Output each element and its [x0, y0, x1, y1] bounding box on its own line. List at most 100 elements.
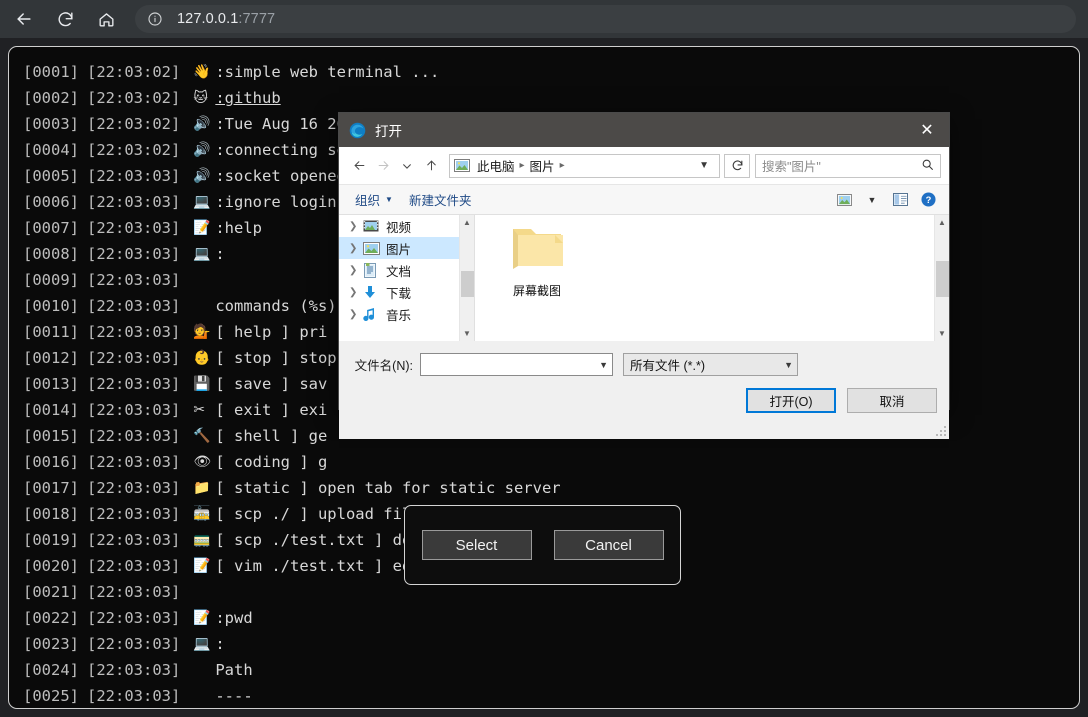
- chevron-right-icon[interactable]: ❯: [349, 287, 363, 298]
- scroll-down-icon[interactable]: ▼: [935, 326, 949, 341]
- chevron-down-icon[interactable]: ▼: [593, 360, 608, 370]
- back-button[interactable]: [7, 2, 41, 36]
- nav-recent-locations-button[interactable]: [395, 154, 419, 178]
- terminal-line-timestamp: [22:03:03]: [87, 245, 181, 263]
- scroll-up-icon[interactable]: ▲: [935, 215, 949, 230]
- terminal-line-timestamp: [22:03:03]: [87, 271, 181, 289]
- sidebar-item-1[interactable]: ❯ 图片: [339, 237, 474, 259]
- address-bar[interactable]: 127.0.0.1:7777: [135, 5, 1076, 33]
- terminal-line: [0025] [22:03:03] ----: [23, 683, 1079, 708]
- sidebar-item-label: 下载: [386, 286, 412, 301]
- dialog-cancel-button[interactable]: 取消: [847, 388, 937, 413]
- terminal-line-index: [0010]: [23, 297, 79, 315]
- terminal-line-index: [0014]: [23, 401, 79, 419]
- reload-button[interactable]: [48, 2, 82, 36]
- terminal-line-message: Path: [215, 661, 253, 679]
- organize-menu[interactable]: 组织 ▼: [347, 190, 401, 209]
- terminal-line-index: [0006]: [23, 193, 79, 211]
- eye-emoji-icon: 👁: [193, 454, 212, 470]
- terminal-line-index: [0007]: [23, 219, 79, 237]
- search-input[interactable]: 搜索"图片": [755, 153, 941, 178]
- terminal-line-index: [0009]: [23, 271, 79, 289]
- terminal-line-timestamp: [22:03:02]: [87, 141, 181, 159]
- terminal-line: [0017] [22:03:03] 📁[ static ] open tab for…: [23, 475, 1079, 501]
- terminal-line-timestamp: [22:03:03]: [87, 375, 181, 393]
- terminal-line-index: [0015]: [23, 427, 79, 445]
- terminal-line-index: [0018]: [23, 505, 79, 523]
- chevron-right-icon[interactable]: ❯: [349, 309, 363, 320]
- terminal-line-index: [0004]: [23, 141, 79, 159]
- search-icon[interactable]: [921, 158, 934, 174]
- browser-toolbar: 127.0.0.1:7777: [0, 0, 1088, 38]
- terminal-line-timestamp: [22:03:03]: [87, 167, 181, 185]
- windows-open-dialog[interactable]: 打开 ✕ 此电脑 ▸ 图片 ▸ ▼ 搜索"图片" 组织 ▼ 新建文件夹 ▼ ? …: [339, 113, 949, 439]
- terminal-line: [0002] [22:03:02] 🐱:github: [23, 85, 1079, 111]
- cancel-button[interactable]: Cancel: [553, 530, 664, 560]
- sidebar-item-3[interactable]: ❯ 下载: [339, 281, 474, 303]
- open-button[interactable]: 打开(O): [746, 388, 836, 413]
- wave-emoji-icon: 👋: [193, 64, 211, 80]
- breadcrumb[interactable]: 此电脑 ▸ 图片 ▸ ▼: [449, 153, 720, 178]
- laptop-emoji-icon: 💻: [193, 246, 211, 262]
- sidebar-item-4[interactable]: ❯ 音乐: [339, 303, 474, 325]
- terminal-line-message: :Tue Aug 16 202: [215, 115, 356, 133]
- file-list-scrollbar[interactable]: ▲ ▼: [934, 215, 949, 341]
- select-button[interactable]: Select: [421, 530, 532, 560]
- refresh-button[interactable]: [724, 153, 750, 178]
- breadcrumb-dropdown-icon[interactable]: ▼: [693, 160, 715, 171]
- url-text: 127.0.0.1:7777: [177, 11, 275, 27]
- view-mode-icon[interactable]: [831, 189, 857, 211]
- scroll-up-icon[interactable]: ▲: [460, 215, 474, 230]
- nav-forward-button[interactable]: [371, 154, 395, 178]
- sidebar-item-label: 视频: [386, 220, 412, 235]
- resize-grip[interactable]: [936, 426, 946, 436]
- sidebar-item-label: 音乐: [386, 308, 412, 323]
- breadcrumb-item-0[interactable]: 此电脑: [473, 156, 519, 175]
- close-icon[interactable]: ✕: [905, 113, 949, 147]
- dialog-button-row: 打开(O) 取消: [339, 376, 949, 413]
- terminal-link[interactable]: :github: [215, 85, 280, 111]
- url-port: :7777: [238, 11, 276, 27]
- navigation-pane[interactable]: ❯ 视频 ❯ 图片 ❯ 文档 ❯ 下载 ❯ 音乐 ▲ ▼: [339, 215, 475, 341]
- chevron-right-icon[interactable]: ❯: [349, 221, 363, 232]
- chevron-down-icon: ▼: [385, 195, 393, 204]
- chevron-right-icon: ▸: [519, 160, 525, 171]
- dialog-title: 打开: [375, 124, 402, 139]
- terminal-line-message: :connecting soc: [215, 141, 356, 159]
- new-folder-button[interactable]: 新建文件夹: [401, 190, 480, 209]
- select-cancel-modal: Select Cancel: [404, 505, 681, 585]
- help-icon[interactable]: ?: [915, 189, 941, 211]
- file-type-filter[interactable]: 所有文件 (*.*) ▼: [623, 353, 798, 376]
- terminal-line-timestamp: [22:03:03]: [87, 453, 181, 471]
- tram-emoji-icon: 🚋: [193, 506, 211, 522]
- terminal-line-timestamp: [22:03:03]: [87, 401, 181, 419]
- sidebar-item-0[interactable]: ❯ 视频: [339, 215, 474, 237]
- terminal-line-message: :ignore login!: [215, 193, 346, 211]
- view-mode-caret-icon[interactable]: ▼: [859, 189, 885, 211]
- chevron-right-icon[interactable]: ❯: [349, 265, 363, 276]
- info-icon[interactable]: [145, 9, 165, 29]
- nav-up-button[interactable]: [419, 154, 443, 178]
- svg-text:?: ?: [925, 195, 931, 205]
- scrollbar-thumb[interactable]: [461, 271, 474, 297]
- home-button[interactable]: [89, 2, 123, 36]
- file-item[interactable]: 屏幕截图: [491, 221, 583, 299]
- chevron-down-icon[interactable]: ▼: [778, 360, 793, 370]
- terminal-line-message: commands (%s):: [215, 297, 346, 315]
- chevron-right-icon[interactable]: ❯: [349, 243, 363, 254]
- laptop-emoji-icon: 💻: [193, 194, 211, 210]
- terminal-line-index: [0011]: [23, 323, 79, 341]
- breadcrumb-item-1[interactable]: 图片: [526, 156, 559, 175]
- scrollbar-thumb[interactable]: [936, 261, 949, 297]
- file-list-pane[interactable]: 屏幕截图 ▲ ▼: [475, 215, 949, 341]
- preview-pane-icon[interactable]: [887, 189, 913, 211]
- speaker-emoji-icon: 🔊: [193, 142, 211, 158]
- sidebar-scrollbar[interactable]: ▲ ▼: [459, 215, 474, 341]
- scroll-down-icon[interactable]: ▼: [460, 326, 474, 341]
- terminal-line-index: [0003]: [23, 115, 79, 133]
- terminal-line-index: [0002]: [23, 89, 79, 107]
- sidebar-item-2[interactable]: ❯ 文档: [339, 259, 474, 281]
- filename-input[interactable]: ▼: [420, 353, 613, 376]
- nav-back-button[interactable]: [347, 154, 371, 178]
- terminal-line-message: :help: [215, 219, 262, 237]
